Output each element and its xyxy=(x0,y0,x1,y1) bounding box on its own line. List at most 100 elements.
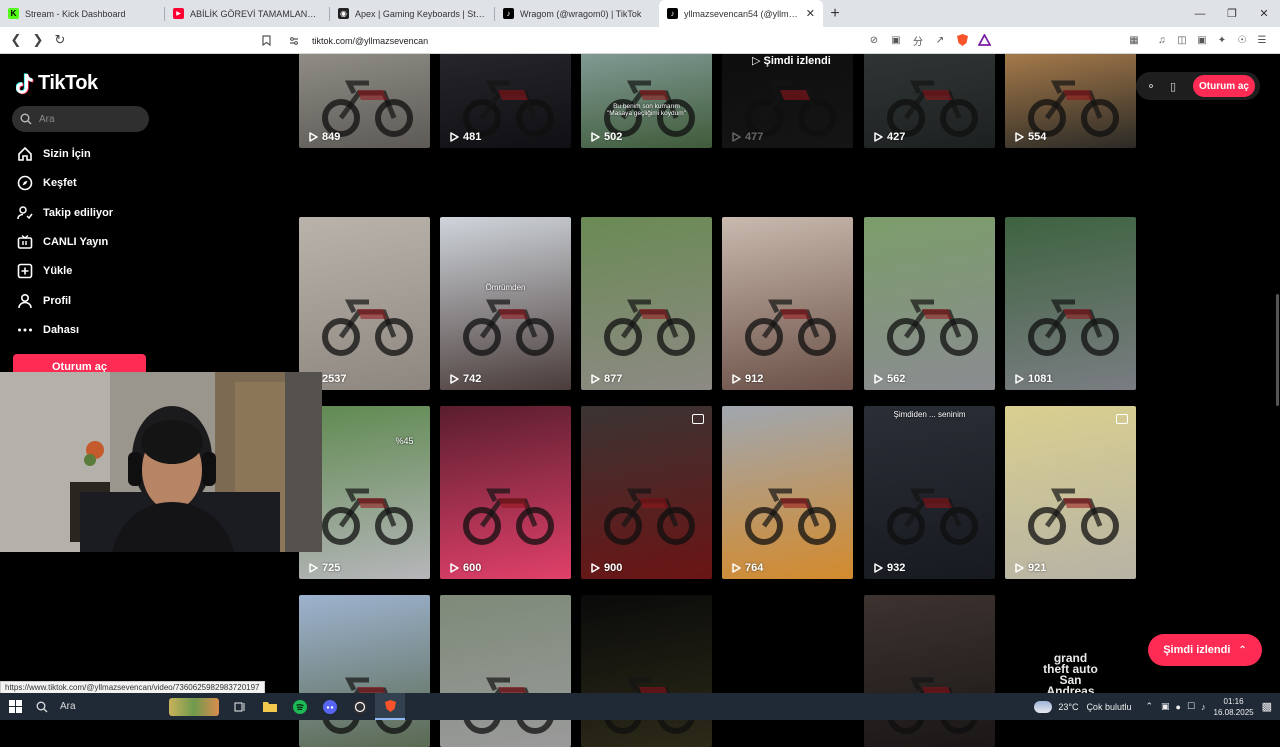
video-card[interactable]: Bi erkeğin kendinden çok değer verdiği m… xyxy=(864,595,995,747)
coins-icon[interactable]: ⚬ xyxy=(1144,80,1158,93)
tab-title: Wragom (@wragom0) | TikTok xyxy=(520,8,642,19)
sidebar-item-more[interactable]: Dahası xyxy=(16,319,79,341)
site-settings-icon[interactable] xyxy=(286,33,302,49)
browser-tab[interactable]: K Stream - Kick Dashboard xyxy=(0,0,164,27)
translate-icon[interactable]: 分 xyxy=(910,32,926,48)
video-card[interactable] xyxy=(581,595,712,747)
forward-icon[interactable]: ❯ xyxy=(28,30,48,50)
video-caption-overlay: %45 xyxy=(395,436,414,446)
sidebar-item-compass[interactable]: Keşfet xyxy=(16,172,77,194)
screenshot-icon[interactable]: ▦ xyxy=(1126,32,1142,48)
now-watched-label: Şimdi izlendi xyxy=(1163,644,1231,656)
close-window-icon[interactable]: ✕ xyxy=(1248,0,1280,27)
sidebar-icon[interactable]: ◫ xyxy=(1174,32,1190,48)
play-icon xyxy=(309,132,318,142)
brave-shields-icon[interactable] xyxy=(954,32,970,48)
brave-taskbar-icon[interactable] xyxy=(375,693,405,720)
reload-icon[interactable]: ↻ xyxy=(50,30,70,50)
sidebar-item-profile[interactable]: Profil xyxy=(16,290,71,312)
view-count: 481 xyxy=(450,131,481,143)
video-card[interactable]: 562 xyxy=(864,217,995,390)
music-icon[interactable]: ♫ xyxy=(1154,32,1170,48)
view-count: 932 xyxy=(874,562,905,574)
clock-date: 16.08.2025 xyxy=(1213,707,1254,717)
meet-now-icon[interactable]: ▣ xyxy=(1161,701,1170,712)
discord-icon[interactable] xyxy=(315,693,345,720)
share-icon[interactable]: ↗ xyxy=(932,32,948,48)
video-card[interactable]: 764 xyxy=(722,406,853,579)
weather-text[interactable]: Çok bulutlu xyxy=(1086,702,1131,712)
view-count: 477 xyxy=(732,131,763,143)
video-thumbnail-image xyxy=(604,488,695,545)
notifications-icon[interactable]: ▩ xyxy=(1262,700,1272,713)
video-card[interactable]: 1081 xyxy=(1005,217,1136,390)
now-watched-button[interactable]: Şimdi izlendi ⌃ xyxy=(1148,634,1262,666)
wallet-icon[interactable]: ▣ xyxy=(1194,32,1210,48)
clock[interactable]: 01:16 16.08.2025 xyxy=(1214,696,1254,718)
browser-tab[interactable]: ▶ ABİLİK GÖREVİ TAMAMLANDI VLOG xyxy=(165,0,329,27)
url-text[interactable]: tiktok.com/@yllmazsevencan xyxy=(312,36,428,46)
video-card[interactable]: Ömrümden 742 xyxy=(440,217,571,390)
video-card[interactable]: 600 xyxy=(440,406,571,579)
tray-overflow-icon[interactable]: ⌃ xyxy=(1145,701,1153,712)
bookmark-icon[interactable] xyxy=(258,33,274,49)
restore-icon[interactable]: ❐ xyxy=(1216,0,1248,27)
minimize-icon[interactable]: — xyxy=(1184,0,1216,27)
page-scrollbar[interactable] xyxy=(1274,54,1280,693)
sidebar-item-live[interactable]: CANLI Yayın xyxy=(16,231,108,253)
network-icon[interactable]: ☐ xyxy=(1187,701,1195,712)
tiktok-logo[interactable]: TikTok xyxy=(15,72,98,95)
browser-tab[interactable]: ♪ Wragom (@wragom0) | TikTok xyxy=(495,0,659,27)
video-card[interactable]: 921 xyxy=(1005,406,1136,579)
file-explorer-icon[interactable] xyxy=(255,693,285,720)
windows-start-icon[interactable] xyxy=(0,693,30,720)
weather-icon xyxy=(1034,700,1053,713)
microphone-icon[interactable]: ● xyxy=(1176,702,1181,712)
phone-icon[interactable]: ▯ xyxy=(1166,80,1180,93)
search-input[interactable]: Ara xyxy=(12,106,149,132)
video-thumbnail-image xyxy=(463,677,554,734)
vpn-icon[interactable]: ☉ xyxy=(1234,32,1250,48)
video-card[interactable]: 900 xyxy=(581,406,712,579)
browser-tab[interactable]: ♪ yllmazsevencan54 (@yllmazsevencan) ✕ xyxy=(659,0,823,27)
view-count: 849 xyxy=(309,131,340,143)
tiktok-icon: ♪ xyxy=(667,8,678,19)
task-view-icon[interactable] xyxy=(225,693,255,720)
volume-icon[interactable]: ♪ xyxy=(1201,702,1206,712)
weather-temp[interactable]: 23°C xyxy=(1058,702,1078,712)
view-count-number: 502 xyxy=(604,131,623,143)
play-icon xyxy=(732,132,741,142)
sidebar-item-label: Profil xyxy=(43,294,72,307)
tab-title: Apex | Gaming Keyboards | SteelSeries xyxy=(355,8,486,19)
taskbar-search[interactable]: Ara xyxy=(30,693,225,720)
obs-icon[interactable] xyxy=(345,693,375,720)
steelseries-icon: ◉ xyxy=(338,8,349,19)
new-tab-button[interactable]: + xyxy=(823,0,847,27)
scrollbar-thumb[interactable] xyxy=(1276,294,1279,406)
spotify-icon[interactable] xyxy=(285,693,315,720)
video-card[interactable] xyxy=(299,595,430,747)
menu-icon[interactable]: ☰ xyxy=(1254,32,1270,48)
close-tab-icon[interactable]: ✕ xyxy=(806,7,815,20)
leo-ai-icon[interactable]: ✦ xyxy=(1214,32,1230,48)
brave-rewards-icon[interactable] xyxy=(976,32,992,48)
cast-icon[interactable]: ▣ xyxy=(888,32,904,48)
view-count: 921 xyxy=(1015,562,1046,574)
video-card[interactable]: grand theft auto San Andreas xyxy=(1005,595,1136,747)
video-card[interactable] xyxy=(722,595,853,747)
view-count-number: 742 xyxy=(463,373,482,385)
video-card[interactable]: 877 xyxy=(581,217,712,390)
sidebar-item-home[interactable]: Sizin İçin xyxy=(16,143,91,165)
view-count-number: 877 xyxy=(604,373,623,385)
video-card[interactable]: 912 xyxy=(722,217,853,390)
browser-tab[interactable]: ◉ Apex | Gaming Keyboards | SteelSeries xyxy=(330,0,494,27)
back-icon[interactable]: ❮ xyxy=(6,30,26,50)
following-icon xyxy=(16,204,34,222)
video-card[interactable]: Şimdiden ... seninim 932 xyxy=(864,406,995,579)
sidebar-item-upload[interactable]: Yükle xyxy=(16,260,72,282)
media-off-icon[interactable]: ⊘ xyxy=(866,32,882,48)
video-card[interactable] xyxy=(440,595,571,747)
sidebar-item-following[interactable]: Takip ediliyor xyxy=(16,202,113,224)
header-login-button[interactable]: Oturum aç xyxy=(1193,75,1255,97)
video-card[interactable]: 2537 xyxy=(299,217,430,390)
